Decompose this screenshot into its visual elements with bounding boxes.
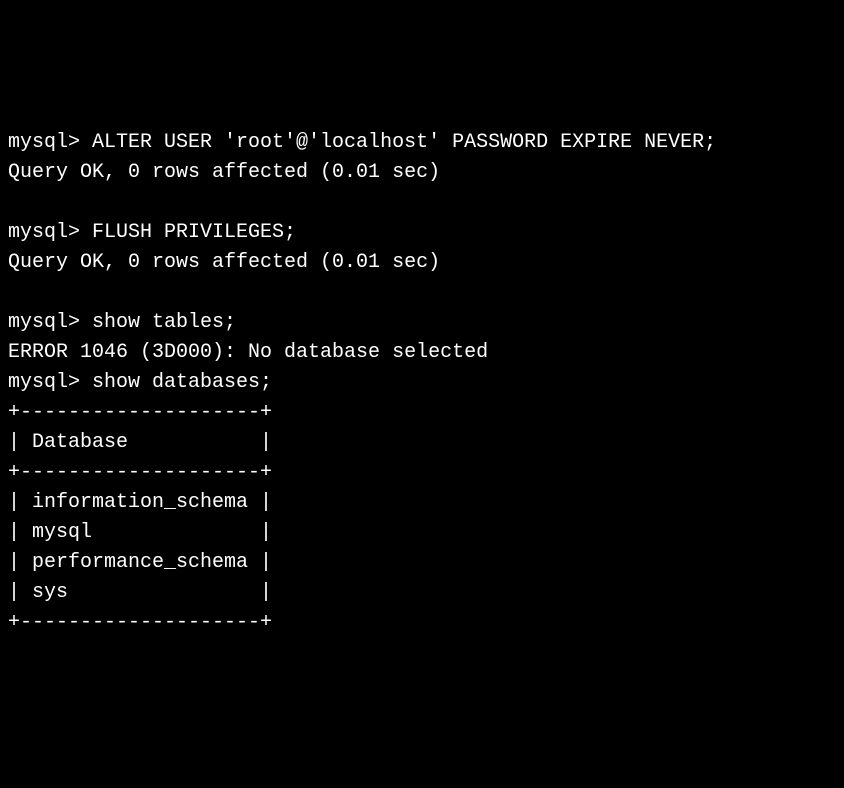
mysql-prompt: mysql> [8, 131, 92, 154]
terminal-line: mysql> show databases; [8, 368, 836, 398]
output-text: | mysql | [8, 521, 272, 544]
terminal-line [8, 188, 836, 218]
terminal-line: Query OK, 0 rows affected (0.01 sec) [8, 158, 836, 188]
command-text: FLUSH PRIVILEGES; [92, 221, 296, 244]
output-text: | sys | [8, 581, 272, 604]
terminal-line: | information_schema | [8, 488, 836, 518]
terminal-line: | Database | [8, 428, 836, 458]
output-text: +--------------------+ [8, 611, 272, 634]
terminal-line: | mysql | [8, 518, 836, 548]
output-text: | Database | [8, 431, 272, 454]
command-text: show databases; [92, 371, 272, 394]
output-text: | information_schema | [8, 491, 272, 514]
output-text: Query OK, 0 rows affected (0.01 sec) [8, 251, 440, 274]
mysql-prompt: mysql> [8, 371, 92, 394]
terminal-line: mysql> ALTER USER 'root'@'localhost' PAS… [8, 128, 836, 158]
terminal-output[interactable]: mysql> ALTER USER 'root'@'localhost' PAS… [8, 128, 836, 638]
output-text: | performance_schema | [8, 551, 272, 574]
terminal-line: ERROR 1046 (3D000): No database selected [8, 338, 836, 368]
terminal-line: Query OK, 0 rows affected (0.01 sec) [8, 248, 836, 278]
terminal-line: | performance_schema | [8, 548, 836, 578]
output-text: +--------------------+ [8, 461, 272, 484]
terminal-line: mysql> FLUSH PRIVILEGES; [8, 218, 836, 248]
command-text: ALTER USER 'root'@'localhost' PASSWORD E… [92, 131, 716, 154]
terminal-line: +--------------------+ [8, 458, 836, 488]
output-text: ERROR 1046 (3D000): No database selected [8, 341, 488, 364]
terminal-line [8, 278, 836, 308]
terminal-line: mysql> show tables; [8, 308, 836, 338]
output-text: Query OK, 0 rows affected (0.01 sec) [8, 161, 440, 184]
terminal-line: +--------------------+ [8, 608, 836, 638]
command-text: show tables; [92, 311, 236, 334]
terminal-line: +--------------------+ [8, 398, 836, 428]
mysql-prompt: mysql> [8, 221, 92, 244]
mysql-prompt: mysql> [8, 311, 92, 334]
output-text: +--------------------+ [8, 401, 272, 424]
terminal-line: | sys | [8, 578, 836, 608]
